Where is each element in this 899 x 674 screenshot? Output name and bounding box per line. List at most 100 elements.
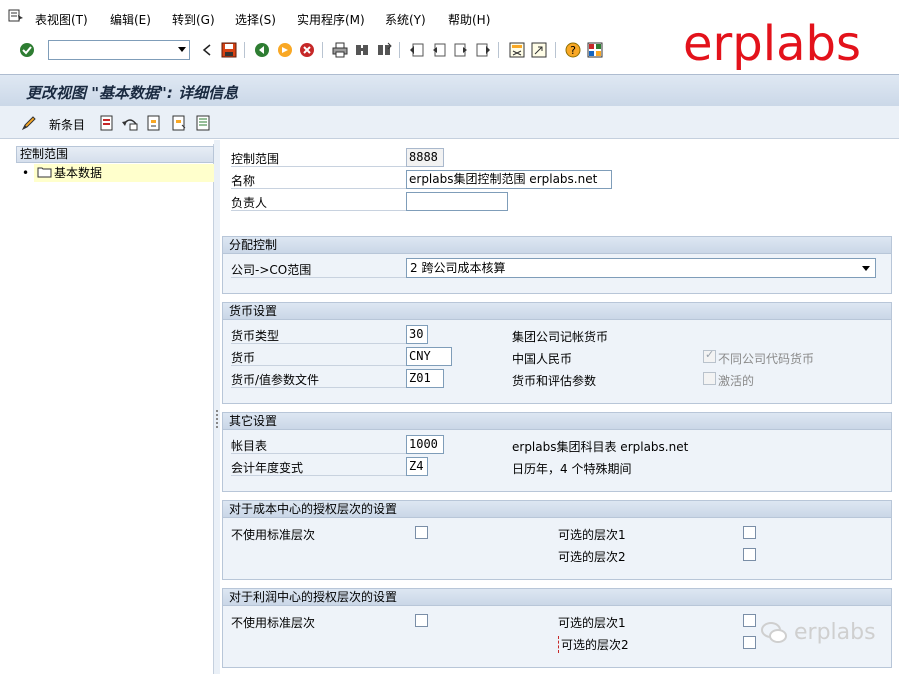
company-co-area-value: 2 跨公司成本核算 <box>410 261 506 275</box>
assignment-control-title: 分配控制 <box>223 237 891 254</box>
currency-settings-title: 货币设置 <box>223 303 891 320</box>
pc-no-std-hier-checkbox[interactable] <box>415 614 428 627</box>
pc-alt-hier1-label: 可选的层次1 <box>558 616 626 630</box>
pc-alt-hier1-checkbox[interactable] <box>743 614 756 627</box>
currency-profile-field[interactable]: Z01 <box>406 369 444 388</box>
currency-type-desc: 集团公司记帐货币 <box>512 330 609 344</box>
find-icon[interactable] <box>353 41 371 59</box>
person-responsible-field[interactable] <box>406 192 508 211</box>
nav-item-basic-data[interactable]: 基本数据 <box>34 164 214 182</box>
pc-hierarchy-group: 对于利润中心的授权层次的设置 <box>222 588 892 668</box>
splitter-handle[interactable] <box>216 410 218 428</box>
transport-icon[interactable] <box>194 114 212 132</box>
active-label: 激活的 <box>718 374 755 388</box>
find-next-icon[interactable] <box>375 41 393 59</box>
fiscal-year-variant-label: 会计年度变式 <box>231 459 406 476</box>
new-entries-button[interactable]: 新条目 <box>49 116 85 133</box>
system-menu-icon[interactable] <box>8 9 24 23</box>
command-field[interactable] <box>48 40 190 60</box>
toolbar-separator <box>244 42 245 58</box>
menu-help[interactable]: 帮助(H) <box>448 11 490 28</box>
chevron-down-icon[interactable] <box>862 266 870 271</box>
back-icon[interactable] <box>253 41 271 59</box>
menu-table-view[interactable]: 表视图(T) <box>35 11 88 28</box>
navigation-panel <box>12 144 214 674</box>
print-icon[interactable] <box>331 41 349 59</box>
last-page-icon[interactable] <box>474 41 492 59</box>
menu-goto[interactable]: 转到(G) <box>172 11 215 28</box>
new-session-icon[interactable] <box>508 41 526 59</box>
menu-system[interactable]: 系统(Y) <box>385 11 426 28</box>
toolbar-separator <box>399 42 400 58</box>
select-all-icon[interactable] <box>145 114 163 132</box>
currency-profile-label: 货币/值参数文件 <box>231 371 406 388</box>
layout-icon[interactable] <box>586 41 604 59</box>
cancel-icon[interactable] <box>298 41 316 59</box>
controlling-area-label: 控制范围 <box>231 150 406 167</box>
company-co-area-select[interactable]: 2 跨公司成本核算 <box>406 258 876 278</box>
brand-logo-text: erplabs <box>683 16 861 72</box>
chart-of-accounts-label: 帐目表 <box>231 437 406 454</box>
nav-header: 控制范围 <box>16 146 214 163</box>
menu-edit[interactable]: 编辑(E) <box>110 11 151 28</box>
fiscal-year-variant-field[interactable]: Z4 <box>406 457 428 476</box>
currency-field[interactable]: CNY <box>406 347 452 366</box>
toolbar-separator <box>555 42 556 58</box>
first-page-icon[interactable] <box>408 41 426 59</box>
cc-hierarchy-title: 对于成本中心的授权层次的设置 <box>223 501 891 518</box>
menu-selection[interactable]: 选择(S) <box>235 11 276 28</box>
page-title: 更改视图 "基本数据": 详细信息 <box>26 84 239 102</box>
watermark-text: erplabs <box>794 620 876 645</box>
currency-profile-desc: 货币和评估参数 <box>512 374 597 388</box>
pc-alt-hier2-label: 可选的层次2 <box>558 636 629 653</box>
currency-type-label: 货币类型 <box>231 327 406 344</box>
save-icon[interactable] <box>220 41 238 59</box>
deselect-icon[interactable] <box>170 114 188 132</box>
copy-as-icon[interactable] <box>98 114 116 132</box>
help-icon[interactable]: ? <box>564 41 582 59</box>
tree-bullet: • <box>22 166 30 180</box>
diff-cc-currency-checkbox <box>703 348 716 363</box>
chart-of-accounts-desc: erplabs集团科目表 erplabs.net <box>512 440 689 454</box>
pc-hierarchy-title: 对于利润中心的授权层次的设置 <box>223 589 891 606</box>
cc-alt-hier1-label: 可选的层次1 <box>558 528 626 542</box>
wechat-logo-icon <box>761 622 787 643</box>
pc-alt-hier2-checkbox[interactable] <box>743 636 756 649</box>
chevron-down-icon[interactable] <box>178 47 186 52</box>
pc-hierarchy-body <box>223 606 891 667</box>
toolbar-separator <box>322 42 323 58</box>
person-responsible-label: 负责人 <box>231 194 406 211</box>
cc-no-std-hier-label: 不使用标准层次 <box>231 528 316 542</box>
fiscal-year-variant-desc: 日历年，4 个特殊期间 <box>512 462 632 476</box>
controlling-area-field: 8888 <box>406 148 444 167</box>
enter-icon[interactable] <box>18 41 36 59</box>
cc-hierarchy-group: 对于成本中心的授权层次的设置 <box>222 500 892 580</box>
pc-no-std-hier-label: 不使用标准层次 <box>231 616 316 630</box>
currency-type-field[interactable]: 30 <box>406 325 428 344</box>
name-field[interactable]: erplabs集团控制范围 erplabs.net <box>406 170 612 189</box>
other-settings-title: 其它设置 <box>223 413 891 430</box>
prev-page-icon[interactable] <box>430 41 448 59</box>
panel-splitter[interactable] <box>214 140 220 674</box>
exit-icon[interactable] <box>276 41 294 59</box>
cc-alt-hier2-label: 可选的层次2 <box>558 550 626 564</box>
cc-alt-hier2-checkbox[interactable] <box>743 548 756 561</box>
svg-text:?: ? <box>570 44 576 57</box>
currency-desc: 中国人民币 <box>512 352 573 366</box>
active-checkbox <box>703 372 716 385</box>
currency-label: 货币 <box>231 349 406 366</box>
folder-icon <box>37 167 52 178</box>
expand-collapse-icon[interactable] <box>198 41 216 59</box>
diff-cc-currency-label: 不同公司代码货币 <box>718 352 815 366</box>
chart-of-accounts-field[interactable]: 1000 <box>406 435 444 454</box>
next-page-icon[interactable] <box>452 41 470 59</box>
undo-icon[interactable] <box>121 114 139 132</box>
shortcut-icon[interactable] <box>530 41 548 59</box>
cc-hierarchy-body <box>223 518 891 579</box>
menu-utilities[interactable]: 实用程序(M) <box>297 11 365 28</box>
cc-no-std-hier-checkbox[interactable] <box>415 526 428 539</box>
toolbar-separator <box>498 42 499 58</box>
change-icon[interactable] <box>20 114 38 132</box>
cc-alt-hier1-checkbox[interactable] <box>743 526 756 539</box>
company-co-area-label: 公司->CO范围 <box>231 261 406 278</box>
